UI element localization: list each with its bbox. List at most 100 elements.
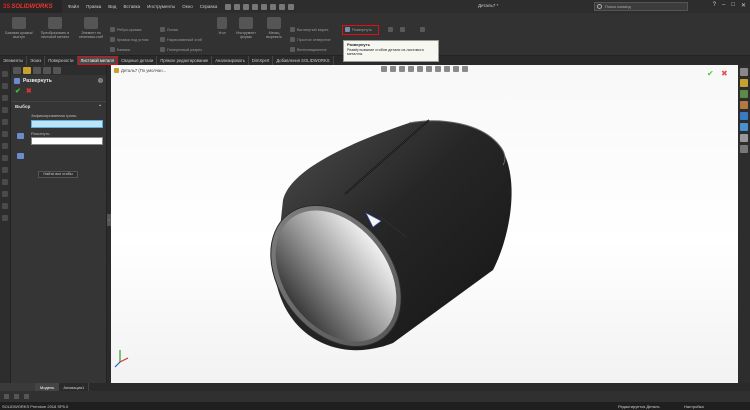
task-view-palette-icon[interactable] [740, 112, 748, 120]
help-icon[interactable]: ? [98, 78, 103, 83]
cut-button[interactable]: Месяц вырезать [262, 17, 286, 39]
strip-icon-8[interactable] [2, 155, 8, 161]
forming-tool-button[interactable]: Инструмент формы [232, 17, 260, 39]
sketched-bend-button[interactable]: Нарисованный сгиб [160, 37, 202, 42]
extruded-cut-button[interactable]: Вытянутый вырез [290, 27, 328, 32]
search-icon [597, 4, 602, 9]
tab-dimxpert[interactable]: DimXpert [249, 56, 274, 65]
tab-direct-editing[interactable]: Прямое редактирование [157, 56, 213, 65]
section-header[interactable]: Выбор ⌃ [15, 104, 102, 110]
jog-button[interactable]: Линия [160, 27, 178, 32]
task-custom-props-icon[interactable] [740, 134, 748, 142]
status-settings[interactable]: Настройка [684, 404, 704, 409]
forming-tool-label: Инструмент формы [236, 31, 256, 39]
strip-icon-12[interactable] [2, 203, 8, 209]
undo-icon[interactable] [261, 3, 268, 10]
collapse-chevron-icon[interactable]: ⌃ [98, 104, 102, 110]
solidworks-logo[interactable]: 3S SOLIDWORKS [0, 0, 62, 13]
menu-insert[interactable]: Вставка [123, 4, 140, 9]
status-version: SOLIDWORKS Premium 2018 SP5.0 [2, 403, 69, 409]
strip-icon-11[interactable] [2, 191, 8, 197]
menu-view[interactable]: Вид [108, 4, 116, 9]
tab-features[interactable]: Элементы [0, 56, 28, 65]
restore-icon[interactable]: □ [731, 2, 735, 9]
strip-icon-1[interactable] [2, 71, 8, 77]
lofted-bend-button[interactable]: Элемент по сечениям-сгиб [74, 17, 108, 39]
hem-button[interactable]: Каемка [110, 47, 130, 52]
task-appearances-icon[interactable] [740, 123, 748, 131]
strip-icon-4[interactable] [2, 107, 8, 113]
strip-icon-5[interactable] [2, 119, 8, 125]
save-icon[interactable] [243, 3, 250, 10]
task-home-icon[interactable] [740, 68, 748, 76]
simple-hole-button[interactable]: Простое отверстие [290, 37, 331, 42]
motion-icon-1[interactable] [4, 394, 9, 399]
miter-flange-button[interactable]: Кромка под углом [110, 37, 149, 42]
menu-edit[interactable]: Правка [86, 4, 101, 9]
bends-label: Разогнуть: [31, 130, 51, 136]
fixed-face-field[interactable] [31, 119, 103, 128]
edge-flange-button[interactable]: Ребро-кромка [110, 27, 141, 32]
menu-bar: Файл Правка Вид Вставка Инструменты Окно… [68, 4, 217, 9]
open-icon[interactable] [234, 3, 241, 10]
feature-header: Развернуть ? [11, 75, 106, 86]
tab-weldments[interactable]: Сварные детали [118, 56, 158, 65]
no-bends-button[interactable] [420, 27, 425, 32]
strip-icon-2[interactable] [2, 83, 8, 89]
options-gear-icon[interactable] [288, 3, 295, 10]
strip-icon-3[interactable] [2, 95, 8, 101]
bends-field[interactable] [31, 137, 103, 146]
base-flange-button[interactable]: Базовая кромка/выступ [2, 17, 36, 39]
sheet-metal-cylinder-model[interactable] [111, 65, 738, 383]
search-input[interactable]: Поиск команд [594, 2, 688, 11]
vent-button[interactable]: Вентиляционное [290, 47, 327, 52]
dimxpert-tab-icon[interactable] [43, 67, 51, 74]
task-forum-icon[interactable] [740, 145, 748, 153]
motion-icon-2[interactable] [14, 394, 19, 399]
ok-check-icon[interactable]: ✔ [15, 87, 21, 95]
motion-icon-3[interactable] [24, 394, 29, 399]
flatten-button[interactable] [400, 27, 405, 32]
feature-tree-tab-icon[interactable] [13, 67, 21, 74]
corner-label: Угол [218, 31, 226, 35]
simple-hole-label: Простое отверстие [297, 37, 331, 42]
menu-file[interactable]: Файл [68, 4, 79, 9]
property-manager-tab-icon[interactable] [23, 67, 31, 74]
corner-button[interactable]: Угол [213, 17, 231, 35]
menu-tools[interactable]: Инструменты [147, 4, 175, 9]
print-icon[interactable] [252, 3, 259, 10]
config-manager-tab-icon[interactable] [33, 67, 41, 74]
strip-icon-7[interactable] [2, 143, 8, 149]
strip-icon-10[interactable] [2, 179, 8, 185]
strip-icon-13[interactable] [2, 215, 8, 221]
cross-break-button[interactable]: Поперечный разрез [160, 47, 202, 52]
task-library-icon[interactable] [740, 90, 748, 98]
task-pane-strip [738, 65, 750, 383]
strip-icon-9[interactable] [2, 167, 8, 173]
close-icon[interactable]: ✕ [741, 2, 746, 9]
tab-solidworks-addins[interactable]: Добавления SOLIDWORKS [273, 56, 334, 65]
tab-evaluate[interactable]: Анализировать [212, 56, 249, 65]
task-resources-icon[interactable] [740, 79, 748, 87]
rebuild-icon[interactable] [279, 3, 286, 10]
tab-animation[interactable]: Анимация1 [59, 383, 90, 391]
new-icon[interactable] [225, 3, 232, 10]
fold-button[interactable] [388, 27, 393, 32]
graphics-viewport[interactable]: Деталь7 (По умолчан... ✔ ✖ [111, 65, 738, 383]
menu-help[interactable]: Справка [200, 4, 218, 9]
select-icon[interactable] [270, 3, 277, 10]
cancel-x-icon[interactable]: ✖ [26, 87, 32, 95]
tab-model[interactable]: Модель [36, 383, 60, 391]
miter-flange-label: Кромка под углом [117, 37, 149, 42]
display-manager-tab-icon[interactable] [53, 67, 61, 74]
help-icon[interactable]: ? [713, 2, 716, 9]
find-all-bends-button[interactable]: Найти все сгибы [38, 171, 78, 178]
minimize-icon[interactable]: – [722, 2, 725, 9]
task-explorer-icon[interactable] [740, 101, 748, 109]
strip-icon-6[interactable] [2, 131, 8, 137]
tab-sheet-metal[interactable]: Листовой металл [77, 56, 119, 65]
tab-surfaces[interactable]: Поверхности [45, 56, 78, 65]
menu-window[interactable]: Окно [182, 4, 192, 9]
convert-to-sheet-metal-button[interactable]: Преобразовать в листовой металл [38, 17, 72, 39]
tab-sketch[interactable]: Эскиз [27, 56, 46, 65]
